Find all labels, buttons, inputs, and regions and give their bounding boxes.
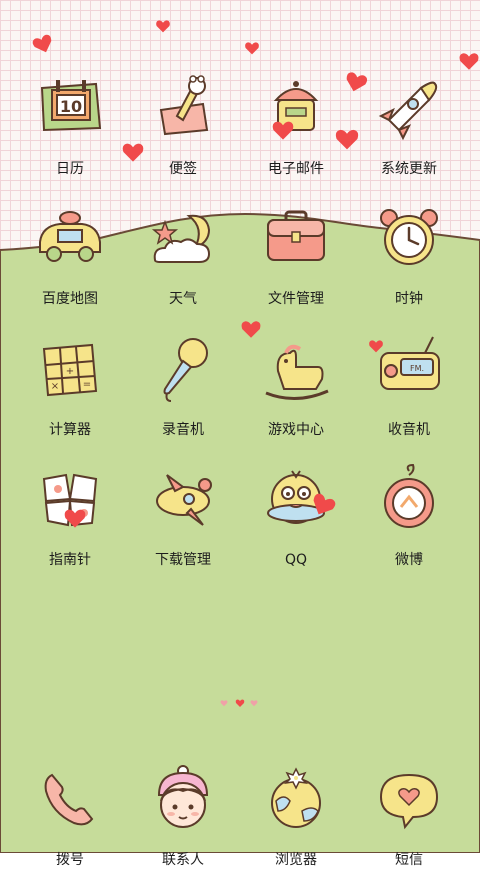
- car-icon: [30, 200, 110, 280]
- page-dot: [250, 700, 258, 707]
- app-label: 计算器: [49, 422, 91, 438]
- app-label: 游戏中心: [268, 422, 324, 438]
- heart-icon: [64, 509, 86, 528]
- page-indicator: [220, 699, 260, 709]
- app-label: 指南针: [49, 552, 91, 568]
- app-label: 日历: [56, 161, 84, 177]
- microphone-icon: [143, 331, 223, 411]
- app-radio[interactable]: FM. 收音机: [349, 311, 469, 441]
- contact-girl-icon: [143, 761, 223, 841]
- app-baidu-map[interactable]: 百度地图: [10, 180, 130, 310]
- app-label: 文件管理: [268, 291, 324, 307]
- heart-icon: [272, 121, 294, 140]
- app-weibo[interactable]: 微博: [349, 441, 469, 571]
- app-label: 电子邮件: [268, 161, 324, 177]
- dock-contacts[interactable]: 联系人: [123, 741, 243, 871]
- app-label: 浏览器: [275, 852, 317, 868]
- notepad-icon: [143, 70, 223, 150]
- phone-icon: [30, 761, 110, 841]
- calculator-icon: + × =: [30, 331, 110, 411]
- dock-messages[interactable]: 短信: [349, 741, 469, 871]
- message-heart-icon: [369, 761, 449, 841]
- app-label: 天气: [169, 291, 197, 307]
- calendar-icon: 10: [30, 70, 110, 150]
- page-dot: [220, 700, 228, 707]
- dock-phone[interactable]: 拨号: [10, 741, 130, 871]
- heart-icon: [369, 340, 383, 353]
- svg-text:+: +: [66, 366, 74, 377]
- app-label: 联系人: [162, 852, 204, 868]
- app-label: 下载管理: [155, 552, 211, 568]
- heart-icon: [122, 143, 144, 162]
- app-email[interactable]: 电子邮件: [236, 50, 356, 180]
- alarm-clock-icon: [369, 200, 449, 280]
- svg-text:FM.: FM.: [410, 364, 424, 373]
- svg-text:=: =: [83, 379, 91, 390]
- heart-icon: [335, 129, 359, 150]
- svg-text:×: ×: [51, 381, 59, 392]
- app-file-manager[interactable]: 文件管理: [236, 180, 356, 310]
- app-qq[interactable]: QQ: [236, 441, 356, 571]
- dock-browser[interactable]: 浏览器: [236, 741, 356, 871]
- heart-icon: [245, 42, 259, 55]
- heart-icon: [459, 53, 479, 70]
- app-label: 收音机: [388, 422, 430, 438]
- globe-icon: [256, 761, 336, 841]
- heart-icon: [241, 321, 261, 338]
- mailbox-icon: [256, 70, 336, 150]
- app-recorder[interactable]: 录音机: [123, 311, 243, 441]
- app-label: 拨号: [56, 852, 84, 868]
- rocket-icon: [369, 70, 449, 150]
- app-label: 时钟: [395, 291, 423, 307]
- app-label: 录音机: [162, 422, 204, 438]
- app-weather[interactable]: 天气: [123, 180, 243, 310]
- briefcase-icon: [256, 200, 336, 280]
- app-download-manager[interactable]: 下载管理: [123, 441, 243, 571]
- app-label: 百度地图: [42, 291, 98, 307]
- app-label: QQ: [284, 552, 308, 568]
- heart-icon: [156, 20, 170, 33]
- app-system-update[interactable]: 系统更新: [349, 50, 469, 180]
- moon-cloud-icon: [143, 200, 223, 280]
- app-label: 系统更新: [381, 161, 437, 177]
- svg-text:10: 10: [60, 97, 82, 116]
- app-label: 短信: [395, 852, 423, 868]
- weibo-icon: [369, 461, 449, 541]
- plane-icon: [143, 461, 223, 541]
- app-calendar[interactable]: 10 日历: [10, 50, 130, 180]
- page-dot-active: [235, 699, 245, 707]
- app-clock[interactable]: 时钟: [349, 180, 469, 310]
- rocking-horse-icon: [256, 331, 336, 411]
- app-calculator[interactable]: + × = 计算器: [10, 311, 130, 441]
- app-label: 微博: [395, 552, 423, 568]
